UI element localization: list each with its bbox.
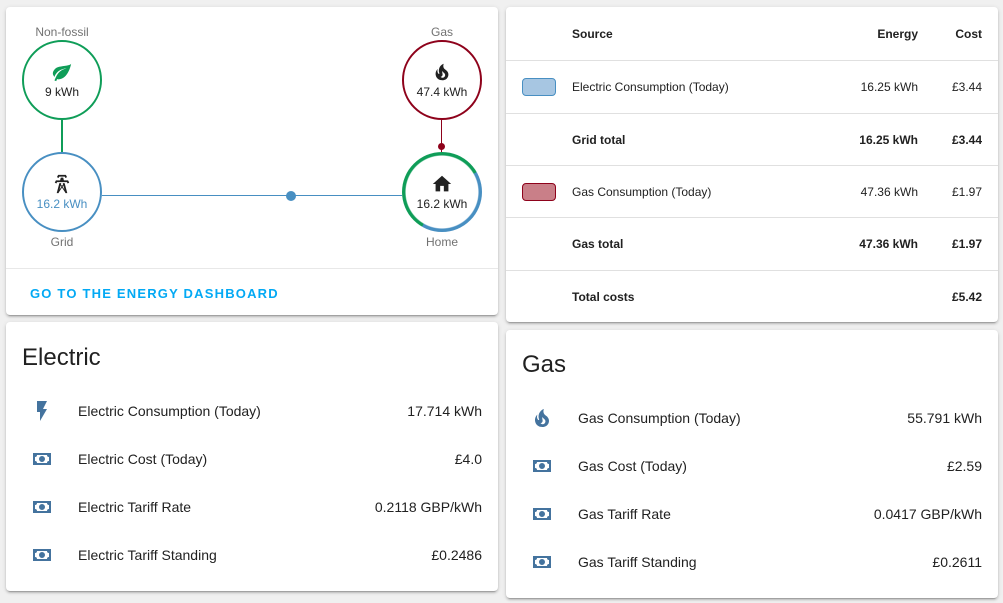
source-energy: 16.25 kWh: [860, 80, 918, 94]
header-source: Source: [572, 26, 613, 41]
gas-entities-card: Gas Gas Consumption (Today) 55.791 kWh G…: [506, 330, 998, 598]
entity-name: Electric Cost (Today): [78, 451, 208, 467]
entity-state: 0.2118 GBP/kWh: [374, 499, 482, 515]
nonfossil-label: Non-fossil: [35, 25, 89, 39]
entity-name: Electric Tariff Rate: [78, 499, 192, 515]
entity-name: Electric Tariff Standing: [78, 547, 217, 563]
entity-row[interactable]: Electric Tariff Standing £0.2486: [22, 535, 482, 575]
entity-row[interactable]: Gas Cost (Today) £2.59: [522, 446, 982, 486]
table-row: Gas Consumption (Today) 47.36 kWh £1.97: [506, 166, 998, 218]
source-name: Electric Consumption (Today): [572, 80, 729, 94]
cash-icon: [533, 556, 551, 568]
table-header: Source Energy Cost: [506, 7, 998, 61]
entity-row[interactable]: Gas Tariff Standing £0.2611: [522, 542, 982, 582]
fire-icon: [435, 63, 449, 81]
nonfossil-circle[interactable]: 9 kWh: [22, 40, 102, 120]
entity-name: Gas Tariff Standing: [578, 554, 697, 570]
entity-row[interactable]: Electric Tariff Rate 0.2118 GBP/kWh: [22, 487, 482, 527]
table-row: Electric Consumption (Today) 16.25 kWh £…: [506, 61, 998, 114]
entity-name: Electric Consumption (Today): [78, 403, 261, 419]
grid-label: Grid: [50, 235, 74, 249]
entity-row[interactable]: Gas Consumption (Today) 55.791 kWh: [522, 398, 982, 438]
home-circle[interactable]: 16.2 kWh: [402, 152, 482, 232]
grid-flow-dot: [286, 191, 296, 201]
flash-icon: [37, 401, 47, 421]
cash-icon: [33, 453, 51, 465]
gas-color-swatch: [522, 182, 556, 201]
entity-state: £0.2611: [932, 554, 982, 570]
grid-home-line: [102, 195, 402, 196]
source-name: Gas total: [572, 237, 624, 251]
header-energy: Energy: [877, 26, 918, 41]
grid-value: 16.2 kWh: [36, 197, 88, 211]
entity-row[interactable]: Electric Consumption (Today) 17.714 kWh: [22, 391, 482, 431]
transmission-tower-icon: [54, 174, 70, 194]
cash-icon: [33, 501, 51, 513]
source-name: Total costs: [572, 290, 635, 304]
header-cost: Cost: [955, 26, 982, 41]
nonfossil-grid-line: [61, 120, 63, 154]
entity-state: £4.0: [454, 451, 482, 467]
entity-name: Gas Cost (Today): [578, 458, 687, 474]
table-row-total: Grid total 16.25 kWh £3.44: [506, 114, 998, 166]
entity-name: Gas Consumption (Today): [578, 410, 741, 426]
source-cost: £1.97: [951, 184, 982, 199]
fire-icon: [534, 409, 549, 427]
gas-circle[interactable]: 47.4 kWh: [402, 40, 482, 120]
card-title: Electric: [22, 344, 101, 371]
source-energy: 16.25 kWh: [859, 132, 918, 147]
entity-state: £2.59: [946, 458, 982, 474]
entity-state: 17.714 kWh: [407, 403, 482, 419]
source-energy: 47.36 kWh: [859, 237, 918, 251]
gas-value: 47.4 kWh: [416, 85, 468, 99]
energy-sources-table-card: Source Energy Cost Electric Consumption …: [506, 7, 998, 322]
source-name: Gas Consumption (Today): [572, 184, 712, 199]
source-name: Grid total: [572, 132, 626, 147]
home-icon: [432, 175, 452, 192]
entity-row[interactable]: Electric Cost (Today) £4.0: [22, 439, 482, 479]
entity-name: Gas Tariff Rate: [578, 506, 671, 522]
table-row-total: Gas total 47.36 kWh £1.97: [506, 218, 998, 271]
entity-state: £0.2486: [431, 547, 482, 563]
entity-state: 0.0417 GBP/kWh: [873, 506, 982, 522]
cash-icon: [533, 508, 551, 520]
gas-label: Gas: [430, 25, 453, 39]
source-cost: £5.42: [951, 290, 982, 304]
cash-icon: [533, 460, 551, 472]
electric-color-swatch: [522, 78, 556, 96]
cash-icon: [33, 549, 51, 561]
leaf-icon: [52, 63, 72, 82]
source-energy: 47.36 kWh: [860, 184, 918, 199]
energy-dashboard-link[interactable]: GO TO THE ENERGY DASHBOARD: [30, 286, 279, 301]
source-cost: £3.44: [951, 80, 982, 94]
card-actions: GO TO THE ENERGY DASHBOARD: [6, 268, 498, 315]
home-value: 16.2 kWh: [416, 197, 468, 211]
source-cost: £3.44: [951, 132, 982, 147]
entity-state: 55.791 kWh: [907, 410, 982, 426]
grid-circle[interactable]: 16.2 kWh: [22, 152, 102, 232]
energy-distribution-card: Non-fossil Gas 9 kWh 47.4 kWh 16.2 kWh 1…: [6, 7, 498, 315]
gas-flow-dot: [438, 143, 445, 150]
electric-entities-card: Electric Electric Consumption (Today) 17…: [6, 322, 498, 591]
table-row-grand-total: Total costs £5.42: [506, 271, 998, 322]
home-label: Home: [425, 235, 458, 249]
nonfossil-value: 9 kWh: [44, 85, 79, 99]
entity-row[interactable]: Gas Tariff Rate 0.0417 GBP/kWh: [522, 494, 982, 534]
card-title: Gas: [522, 351, 567, 378]
source-cost: £1.97: [951, 237, 982, 251]
